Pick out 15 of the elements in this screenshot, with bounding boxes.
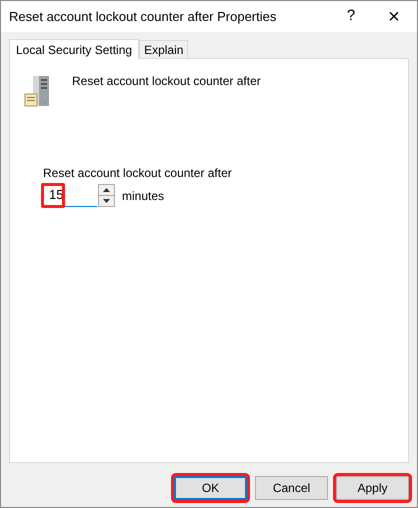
- down-arrow-icon: [103, 199, 110, 203]
- help-button[interactable]: ?: [331, 1, 371, 32]
- tab[interactable]: Local Security Setting: [9, 39, 140, 59]
- up-arrow-icon: [103, 188, 110, 192]
- dialog-button[interactable]: Apply: [336, 476, 409, 500]
- setting-label: Reset account lockout counter after: [43, 165, 233, 182]
- tab[interactable]: Explain: [139, 40, 188, 58]
- dialog-button[interactable]: Cancel: [255, 476, 328, 500]
- dialog-button[interactable]: OK: [174, 476, 247, 500]
- unit-label: minutes: [122, 188, 164, 204]
- policy-name: Reset account lockout counter after: [72, 73, 261, 90]
- window-title: Reset account lockout counter after Properties: [9, 8, 278, 26]
- spin-down-button[interactable]: [99, 196, 114, 206]
- close-button[interactable]: ×: [371, 1, 417, 32]
- spin-up-button[interactable]: [99, 185, 114, 196]
